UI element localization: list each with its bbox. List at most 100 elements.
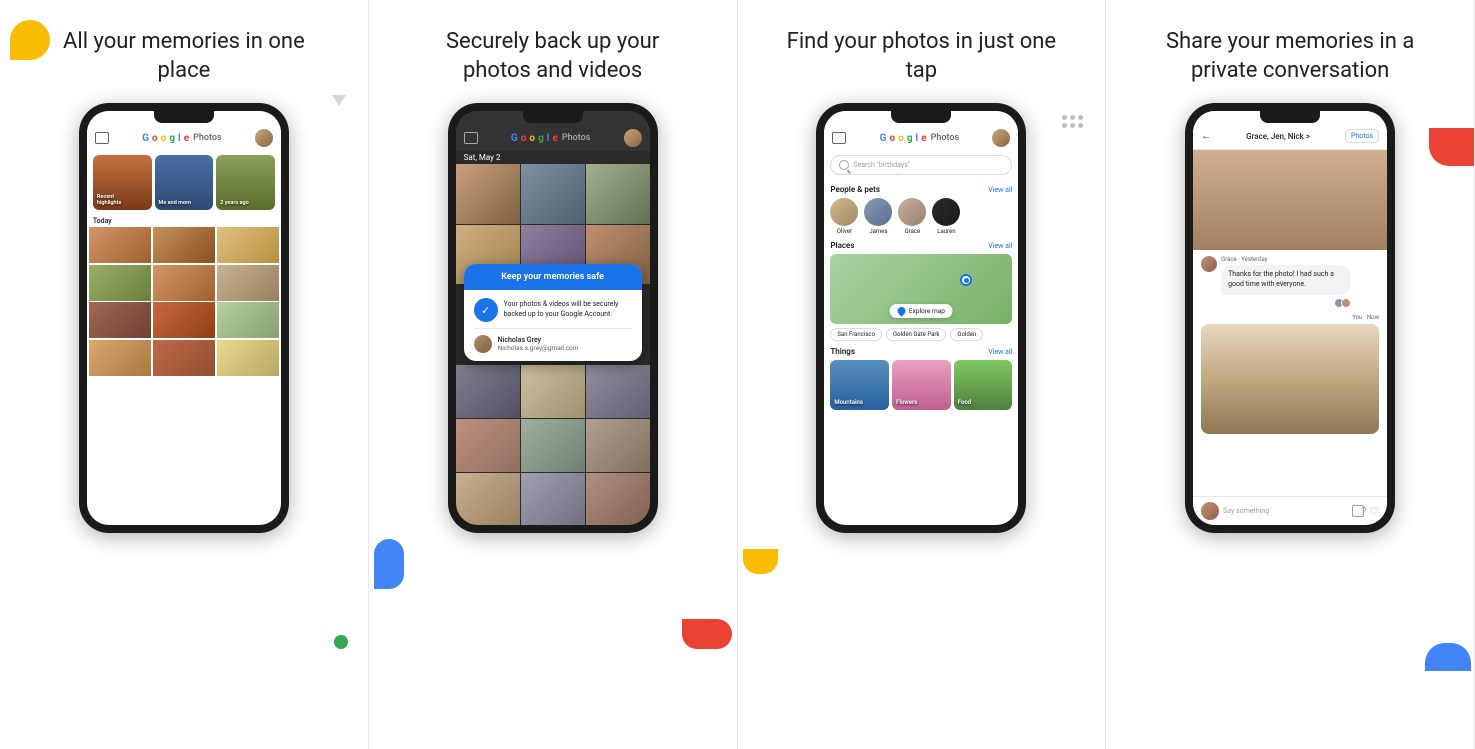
message-input[interactable]: Say something: [1223, 507, 1348, 515]
thing-label-mountains: Mountains: [834, 399, 863, 406]
highlights-row: Recenthighlights Me and mom 2 years ago: [87, 151, 281, 214]
modal-body-row: ✓ Your photos & videos will be securelyb…: [474, 298, 632, 322]
thing-mountains: Mountains: [830, 360, 889, 410]
deco-red-corner: [1429, 128, 1474, 166]
chat-icon-3: [832, 132, 846, 144]
panel-memories: All your memories in one place Google Ph…: [0, 0, 369, 749]
grid-cell: [586, 473, 650, 526]
grid-cell: [89, 302, 151, 338]
back-button[interactable]: ←: [1201, 131, 1211, 142]
phone-frame-4: ← Grace, Jen, Nick > Photos Grace · Yest…: [1185, 103, 1395, 533]
photos-button[interactable]: Photos: [1345, 129, 1379, 143]
avatar-lauren: [932, 198, 960, 226]
deco-green-circle: [334, 635, 348, 649]
tag-sf[interactable]: San Francisco: [830, 328, 882, 341]
things-grid: Mountains Flowers Food: [830, 360, 1012, 410]
grid-cell: [521, 419, 585, 472]
tag-golden[interactable]: Golden: [950, 328, 983, 341]
grid-cell: [456, 164, 520, 224]
you-label: You · Now: [1352, 314, 1379, 321]
phone-screen-3: Google Photos Search "birthdays" People …: [824, 111, 1018, 525]
search-icon: [839, 160, 849, 170]
phone-screen-4: ← Grace, Jen, Nick > Photos Grace · Yest…: [1193, 111, 1387, 525]
highlight-recent: Recenthighlights: [93, 155, 152, 210]
grace-bubble: Thanks for the photo! I had such a good …: [1221, 265, 1351, 295]
grid-cell: [586, 164, 650, 224]
search-placeholder: Search "birthdays": [853, 161, 910, 169]
google-photos-logo-2: Google Photos: [511, 133, 590, 144]
deco-blue-rect: [374, 539, 404, 589]
grid-cell: [586, 365, 650, 418]
today-label: Today: [87, 214, 281, 227]
grid-cell: [153, 340, 215, 376]
grid-cell: [89, 227, 151, 263]
phone-screen-2: Google Photos Sat, May 2 Keep your memor…: [456, 111, 650, 525]
message-area: Grace · Yesterday Thanks for the photo! …: [1193, 250, 1387, 496]
user-avatar-3: [992, 129, 1010, 147]
grid-cell: [89, 340, 151, 376]
deco-blue-corner: [1425, 643, 1471, 671]
place-tags: San Francisco Golden Gate Park Golden: [830, 328, 1012, 341]
grace-sender-label: Grace · Yesterday: [1221, 256, 1351, 263]
thing-label-flowers: Flowers: [896, 399, 917, 406]
modal-user-email: Nicholas.s.grey@gmail.com: [498, 344, 579, 352]
things-title: Things: [830, 347, 855, 356]
things-view-all[interactable]: View all: [988, 348, 1012, 356]
people-view-all[interactable]: View all: [988, 186, 1012, 194]
panel-search: Find your photos in just one tap Google …: [738, 0, 1107, 749]
panel1-title: All your memories in one place: [44, 28, 324, 85]
grace-text: Thanks for the photo! I had such a good …: [1228, 270, 1344, 290]
chat-icon-2: [464, 132, 478, 144]
read-avatars: [1221, 298, 1351, 308]
highlight-label-3: 2 years ago: [220, 200, 249, 206]
input-icons: ♡: [1352, 505, 1379, 518]
grid-cell: [89, 265, 151, 301]
search-bar[interactable]: Search "birthdays": [830, 155, 1012, 175]
deco-red-rect: [682, 619, 732, 649]
grid-cell: [456, 419, 520, 472]
message-grace: Grace · Yesterday Thanks for the photo! …: [1201, 256, 1379, 308]
panel4-title: Share your memories in a private convers…: [1150, 28, 1430, 85]
grace-message-content: Grace · Yesterday Thanks for the photo! …: [1221, 256, 1351, 308]
grid-cell: [153, 265, 215, 301]
highlight-label-2: Me and mom: [159, 200, 191, 206]
user-avatar-1: [255, 129, 273, 147]
grid-cell: [217, 302, 279, 338]
your-photo: [1201, 324, 1379, 434]
things-section-header: Things View all: [830, 347, 1012, 356]
grid-cell: [521, 164, 585, 224]
google-photos-logo: Google Photos: [142, 133, 221, 144]
shared-photo-header: [1193, 150, 1387, 250]
phone-notch-4: [1260, 111, 1320, 123]
places-view-all[interactable]: View all: [988, 242, 1012, 250]
my-avatar: [1201, 502, 1219, 520]
user-avatar-2: [624, 129, 642, 147]
grid-cell: [217, 227, 279, 263]
modal-body-text: Your photos & videos will be securelybac…: [504, 300, 619, 320]
check-icon: ✓: [474, 298, 498, 322]
deco-yellow-drop: [743, 549, 778, 574]
grid-cell: [153, 302, 215, 338]
person-lauren: Lauren: [932, 198, 960, 235]
modal-body: ✓ Your photos & videos will be securelyb…: [464, 290, 642, 361]
people-section-header: People & pets View all: [830, 185, 1012, 194]
grid-cell: [153, 227, 215, 263]
grid-cell: [217, 265, 279, 301]
message-you: You · Now: [1201, 314, 1379, 434]
phone-notch-2: [523, 111, 583, 123]
bottom-photo-grid: [456, 365, 650, 525]
map-view: Explore map: [830, 254, 1012, 324]
photo-grid-1: [87, 227, 281, 376]
grid-cell: [217, 340, 279, 376]
people-section: People & pets View all Oliver James Grac…: [824, 181, 1018, 237]
explore-map-btn[interactable]: Explore map: [890, 304, 953, 318]
conversation-title: Grace, Jen, Nick >: [1246, 132, 1310, 141]
read-avatar-2: [1341, 298, 1351, 308]
attach-icon[interactable]: [1352, 505, 1364, 517]
name-grace: Grace: [905, 228, 921, 235]
tag-ggp[interactable]: Golden Gate Park: [886, 328, 946, 341]
google-photos-logo-3: Google Photos: [880, 133, 959, 144]
phone-frame-2: Google Photos Sat, May 2 Keep your memor…: [448, 103, 658, 533]
heart-icon[interactable]: ♡: [1369, 505, 1379, 518]
name-oliver: Oliver: [837, 228, 852, 235]
